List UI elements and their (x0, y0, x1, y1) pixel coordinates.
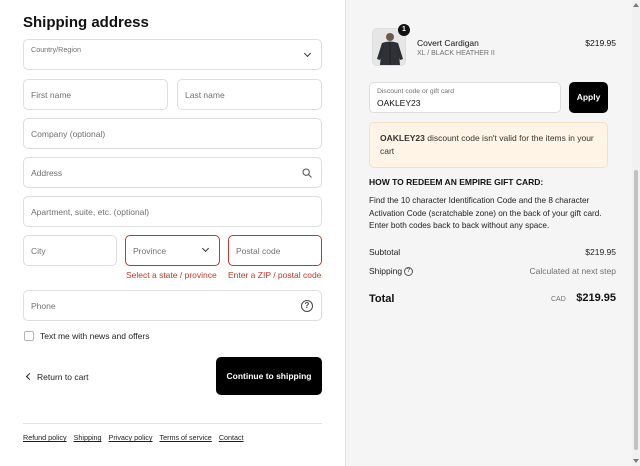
help-icon[interactable]: ? (301, 300, 313, 312)
province-select[interactable]: Province (125, 235, 220, 266)
help-icon[interactable]: ? (404, 267, 413, 276)
scroll-thumb[interactable] (634, 170, 638, 450)
apartment-field[interactable]: Apartment, suite, etc. (optional) (23, 196, 322, 227)
phone-field[interactable]: Phone ? (23, 290, 322, 321)
total-value: $219.95 (576, 292, 616, 304)
product-name: Covert Cardigan (417, 38, 479, 48)
redeem-instructions: Find the 10 character Identification Cod… (369, 196, 602, 230)
country-select[interactable]: Country/Region (23, 39, 322, 70)
discount-warning-notice: OAKLEY23 discount code isn't valid for t… (369, 122, 608, 168)
discount-code-field[interactable]: Discount code or gift card OAKLEY23 (369, 82, 561, 113)
company-field[interactable]: Company (optional) (23, 118, 322, 149)
redeem-title: HOW TO REDEEM AN EMPIRE GIFT CARD: (369, 177, 544, 187)
discount-label: Discount code or gift card (377, 88, 455, 95)
subtotal-label: Subtotal (369, 247, 401, 257)
footer-divider (23, 423, 322, 424)
notice-code: OAKLEY23 (380, 133, 425, 143)
footer-link-shipping[interactable]: Shipping (74, 433, 102, 442)
address-field[interactable]: Address (23, 157, 322, 188)
search-icon (302, 168, 312, 178)
continue-to-shipping-button[interactable]: Continue to shipping (216, 357, 322, 395)
newsletter-label: Text me with news and offers (40, 331, 150, 341)
order-summary-panel (345, 0, 632, 466)
checkout-form-panel: Shipping address Country/Region First na… (0, 0, 345, 466)
first-name-field[interactable]: First name (23, 79, 168, 110)
shipping-value: Calculated at next step (529, 266, 616, 276)
city-field[interactable]: City (23, 235, 117, 266)
total-label: Total (369, 293, 395, 305)
footer-links: Refund policy Shipping Privacy policy Te… (23, 433, 244, 442)
address-placeholder: Address (31, 168, 63, 178)
city-placeholder: City (31, 246, 46, 256)
product-variant: XL / BLACK HEATHER II (417, 50, 495, 57)
subtotal-value: $219.95 (585, 247, 616, 257)
apply-discount-button[interactable]: Apply (569, 82, 608, 113)
shipping-label: Shipping (369, 266, 403, 276)
newsletter-checkbox[interactable] (24, 331, 34, 341)
apartment-placeholder: Apartment, suite, etc. (optional) (31, 207, 150, 217)
scrollbar[interactable] (632, 0, 640, 466)
scroll-down-icon[interactable] (633, 459, 639, 463)
chevron-down-icon (201, 244, 210, 253)
last-name-placeholder: Last name (185, 90, 225, 100)
return-to-cart-link[interactable]: Return to cart (24, 372, 89, 382)
footer-link-terms[interactable]: Terms of service (159, 433, 211, 442)
footer-link-contact[interactable]: Contact (219, 433, 244, 442)
scroll-up-icon[interactable] (633, 3, 639, 7)
discount-value: OAKLEY23 (377, 98, 421, 108)
province-placeholder: Province (133, 246, 167, 256)
company-placeholder: Company (optional) (31, 129, 106, 139)
page-title: Shipping address (23, 14, 149, 31)
footer-link-privacy[interactable]: Privacy policy (109, 433, 153, 442)
province-error: Select a state / province (126, 270, 217, 280)
postal-code-error: Enter a ZIP / postal code (228, 270, 322, 280)
postal-code-field[interactable]: Postal code (228, 235, 322, 266)
first-name-placeholder: First name (31, 90, 72, 100)
phone-placeholder: Phone (31, 301, 56, 311)
country-label: Country/Region (31, 45, 81, 54)
total-currency: CAD (551, 296, 566, 303)
quantity-badge: 1 (398, 24, 410, 36)
postal-code-placeholder: Postal code (236, 246, 281, 256)
last-name-field[interactable]: Last name (177, 79, 322, 110)
product-price: $219.95 (585, 38, 616, 48)
footer-link-refund[interactable]: Refund policy (23, 433, 67, 442)
chevron-down-icon (303, 49, 312, 58)
